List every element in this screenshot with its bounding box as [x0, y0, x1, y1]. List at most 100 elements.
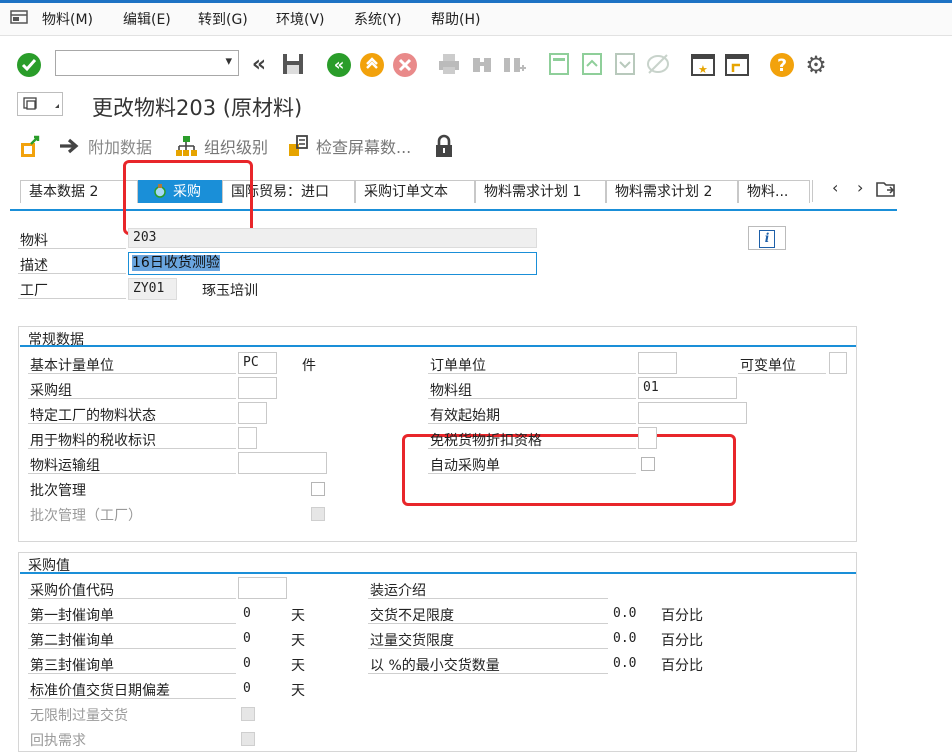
label-underline: [368, 673, 608, 674]
additional-data-button[interactable]: 附加数据: [88, 134, 152, 158]
batch-management-checkbox[interactable]: [311, 482, 325, 496]
org-levels-icon[interactable]: [174, 134, 198, 158]
reminder2-value: 0: [243, 631, 251, 646]
discount-eligibility-label: 免税货物折扣资格: [430, 433, 542, 449]
prev-page-icon: [579, 52, 605, 78]
date-deviation-label: 标准价值交货日期偏差: [30, 683, 170, 699]
tab-list-icon[interactable]: [876, 180, 896, 198]
valid-from-label: 有效起始期: [430, 408, 500, 424]
label-underline: [28, 448, 236, 449]
menu-system[interactable]: 系统(Y): [354, 9, 401, 29]
unlimited-overdelivery-checkbox: [241, 707, 255, 721]
reminder1-label: 第一封催询单: [30, 608, 114, 624]
tab-basic-data-2[interactable]: 基本数据 2: [20, 180, 138, 203]
reminder1-unit: 天: [291, 608, 305, 624]
material-group-value: 01: [643, 380, 659, 395]
save-icon[interactable]: [280, 52, 306, 78]
reminder2-unit: 天: [291, 633, 305, 649]
tax-indicator-input[interactable]: [238, 427, 257, 449]
reminder2-label: 第二封催询单: [30, 633, 114, 649]
tax-indicator-label: 用于物料的税收标识: [30, 433, 156, 449]
transport-group-input[interactable]: [238, 452, 327, 474]
shortcut-icon[interactable]: [724, 52, 750, 78]
underdelivery-unit: 百分比: [661, 608, 703, 624]
lock-icon[interactable]: [434, 134, 454, 158]
description-input[interactable]: 16日收货测验: [128, 252, 537, 275]
tab-more[interactable]: 物料...: [738, 180, 810, 203]
label-underline: [28, 373, 236, 374]
display-change-icon[interactable]: [18, 134, 44, 160]
screen-menu-button[interactable]: [17, 92, 63, 116]
svg-text:«: «: [334, 55, 344, 74]
batch-management-plant-checkbox: [311, 507, 325, 521]
double-chevron-left-icon[interactable]: «: [246, 52, 272, 78]
auto-po-checkbox[interactable]: [641, 457, 655, 471]
acknowledgement-required-label: 回执需求: [30, 733, 86, 749]
menu-edit[interactable]: 编辑(E): [123, 9, 171, 29]
batch-management-label: 批次管理: [30, 483, 86, 499]
tab-po-text[interactable]: 采购订单文本: [355, 180, 475, 203]
underdelivery-label: 交货不足限度: [370, 608, 454, 624]
base-uom-input[interactable]: PC: [238, 352, 277, 374]
base-uom-text: 件: [302, 358, 316, 374]
check-screen-icon[interactable]: [287, 134, 311, 158]
create-session-icon[interactable]: ★: [690, 52, 716, 78]
tab-mrp-2[interactable]: 物料需求计划 2: [606, 180, 738, 203]
group-title-line: [20, 345, 856, 347]
pv-key-input[interactable]: [238, 577, 287, 599]
purchasing-group-input[interactable]: [238, 377, 277, 399]
overdelivery-value: 0.0: [613, 631, 637, 646]
plant-field: ZY01: [128, 278, 177, 300]
cancel-icon[interactable]: [392, 52, 418, 78]
menu-environment[interactable]: 环境(V): [276, 9, 325, 29]
label-underline: [428, 423, 636, 424]
info-icon[interactable]: i: [748, 226, 786, 250]
batch-management-plant-label: 批次管理（工厂）: [30, 508, 142, 524]
plant-status-input[interactable]: [238, 402, 267, 424]
tab-mrp-1[interactable]: 物料需求计划 1: [475, 180, 606, 203]
find-icon: [469, 52, 495, 78]
label-underline: [18, 273, 126, 274]
material-field: 203: [128, 228, 537, 248]
tab-label: 物料...: [747, 184, 789, 200]
menu-material[interactable]: 物料(M): [42, 9, 93, 29]
menu-icon[interactable]: [10, 9, 28, 25]
material-group-label: 物料组: [430, 383, 472, 399]
tab-label: 物料需求计划 2: [615, 184, 713, 200]
check-screen-button[interactable]: 检查屏幕数...: [316, 134, 411, 158]
label-underline: [18, 248, 126, 249]
exit-icon[interactable]: [359, 52, 385, 78]
chevron-left-icon[interactable]: ‹: [832, 178, 838, 197]
order-unit-input[interactable]: [638, 352, 677, 374]
plant-name: 琢玉培训: [202, 283, 258, 299]
org-levels-button[interactable]: 组织级别: [204, 134, 268, 158]
label-underline: [738, 373, 826, 374]
tab-label: 物料需求计划 1: [484, 184, 582, 200]
settings-gear-icon[interactable]: ⚙: [803, 52, 829, 78]
order-unit-label: 订单单位: [430, 358, 486, 374]
command-field[interactable]: ▾: [55, 50, 239, 76]
label-underline: [428, 373, 636, 374]
valid-from-input[interactable]: [638, 402, 747, 424]
auto-po-label: 自动采购单: [430, 458, 500, 474]
min-delivery-qty-label: 以 %的最小交货数量: [370, 658, 500, 674]
back-icon[interactable]: «: [326, 52, 352, 78]
label-underline: [428, 448, 636, 449]
plant-status-label: 特定工厂的物料状态: [30, 408, 156, 424]
chevron-right-icon[interactable]: ›: [857, 178, 863, 197]
next-page-icon: [612, 52, 638, 78]
plant-label: 工厂: [20, 283, 48, 299]
page-title: 更改物料203 (原材料): [92, 96, 303, 120]
arrow-right-icon[interactable]: [58, 136, 82, 156]
variable-unit-input[interactable]: [829, 352, 847, 374]
base-uom-value: PC: [243, 355, 259, 370]
help-icon[interactable]: ?: [769, 52, 795, 78]
material-group-input[interactable]: 01: [638, 377, 737, 399]
menu-goto[interactable]: 转到(G): [198, 9, 248, 29]
discount-eligibility-input[interactable]: [638, 427, 657, 449]
highlight-box-purchasing-tab: [123, 160, 253, 235]
enter-icon[interactable]: [16, 52, 42, 78]
shipping-instructions-label: 装运介绍: [370, 583, 426, 599]
menu-help[interactable]: 帮助(H): [431, 9, 480, 29]
label-underline: [28, 648, 236, 649]
